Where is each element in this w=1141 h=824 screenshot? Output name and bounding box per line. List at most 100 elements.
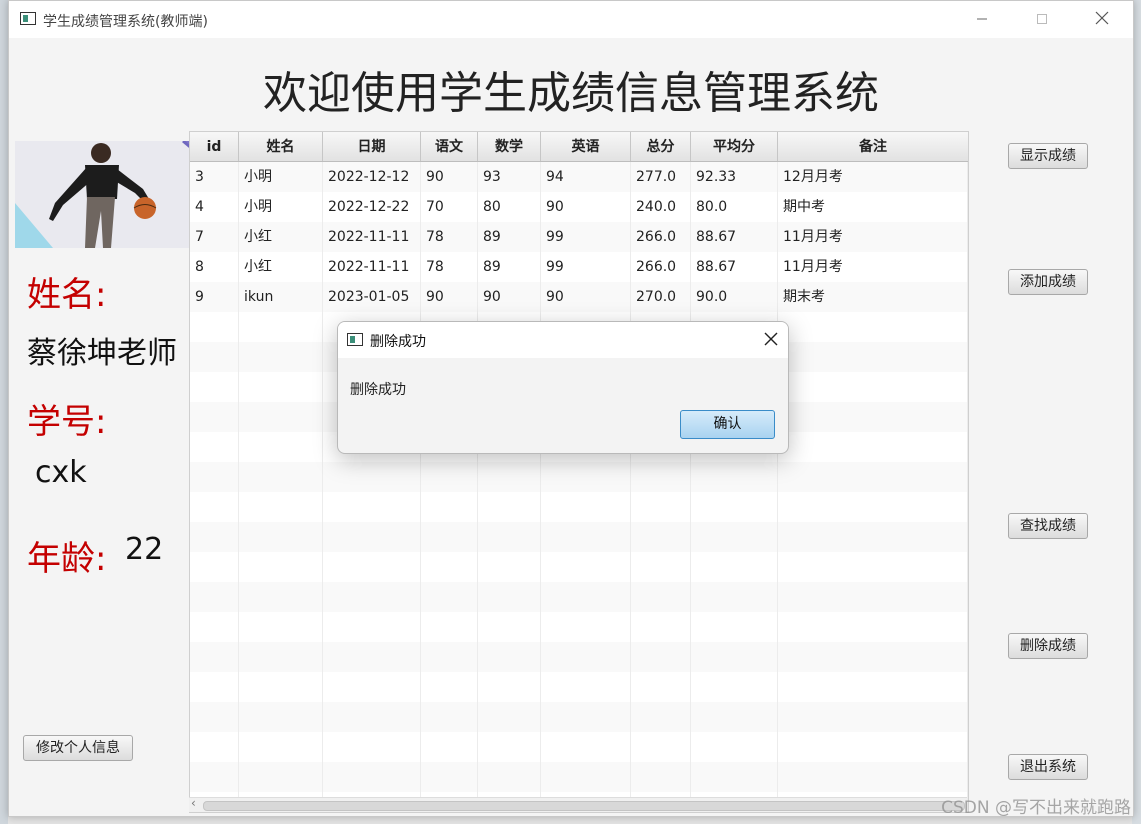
table-cell (239, 312, 323, 342)
exit-system-button[interactable]: 退出系统 (1008, 754, 1088, 780)
column-header-id[interactable]: id (190, 132, 239, 161)
table-cell: 12月月考 (778, 162, 968, 192)
watermark: CSDN @写不出来就跑路 (941, 798, 1131, 818)
table-cell (631, 462, 691, 492)
table-cell (478, 732, 541, 762)
score-table[interactable]: id 姓名 日期 语文 数学 英语 总分 平均分 备注 3 小明 2022-12-1… (189, 131, 969, 813)
table-cell (190, 372, 239, 402)
table-row-empty[interactable] (190, 762, 968, 792)
table-cell (541, 642, 631, 672)
table-cell (478, 462, 541, 492)
table-cell (541, 492, 631, 522)
page-title: 欢迎使用学生成绩信息管理系统 (263, 68, 879, 119)
table-cell (421, 582, 478, 612)
table-cell (778, 402, 968, 432)
table-cell: 88.67 (691, 252, 778, 282)
table-row-empty[interactable] (190, 672, 968, 702)
table-row-empty[interactable] (190, 642, 968, 672)
table-row-empty[interactable] (190, 492, 968, 522)
table-row-empty[interactable] (190, 582, 968, 612)
scroll-left-icon[interactable]: ‹ (191, 796, 196, 810)
table-cell: 2023-01-05 (323, 282, 421, 312)
table-cell (323, 642, 421, 672)
column-header-chinese[interactable]: 语文 (421, 132, 478, 161)
add-score-button[interactable]: 添加成绩 (1008, 269, 1088, 295)
table-row-empty[interactable] (190, 732, 968, 762)
table-cell (323, 582, 421, 612)
table-cell (421, 642, 478, 672)
horizontal-scrollbar[interactable]: ‹ (189, 796, 967, 812)
table-cell: 9 (190, 282, 239, 312)
table-cell (190, 642, 239, 672)
confirm-button[interactable]: 确认 (680, 410, 775, 439)
minimize-icon[interactable] (967, 7, 997, 33)
table-row[interactable]: 4 小明 2022-12-22 70 80 90 240.0 80.0 期中考 (190, 192, 968, 222)
table-cell: 94 (541, 162, 631, 192)
table-cell (691, 672, 778, 702)
table-cell: 78 (421, 252, 478, 282)
table-cell (778, 342, 968, 372)
dialog-close-icon[interactable] (764, 326, 778, 352)
table-cell (190, 612, 239, 642)
table-cell (541, 762, 631, 792)
show-scores-button[interactable]: 显示成绩 (1008, 143, 1088, 169)
maximize-icon[interactable] (1027, 7, 1057, 33)
table-cell: 7 (190, 222, 239, 252)
scrollbar-thumb[interactable] (203, 801, 965, 811)
avatar (15, 141, 195, 248)
table-cell (478, 492, 541, 522)
dialog-title-bar: 删除成功 (338, 322, 788, 358)
table-cell (541, 462, 631, 492)
table-cell: 90 (421, 282, 478, 312)
column-header-remark[interactable]: 备注 (778, 132, 968, 161)
column-header-english[interactable]: 英语 (541, 132, 631, 161)
table-cell (190, 582, 239, 612)
table-cell (541, 552, 631, 582)
table-cell: 80 (478, 192, 541, 222)
column-header-total[interactable]: 总分 (631, 132, 691, 161)
table-cell (421, 492, 478, 522)
table-cell (190, 492, 239, 522)
table-cell (631, 702, 691, 732)
table-cell (691, 582, 778, 612)
table-row-empty[interactable] (190, 612, 968, 642)
table-cell: 99 (541, 252, 631, 282)
table-cell (239, 582, 323, 612)
find-score-button[interactable]: 查找成绩 (1008, 513, 1088, 539)
table-row[interactable]: 9 ikun 2023-01-05 90 90 90 270.0 90.0 期末考 (190, 282, 968, 312)
table-row[interactable]: 7 小红 2022-11-11 78 89 99 266.0 88.67 11月月考 (190, 222, 968, 252)
table-cell (421, 552, 478, 582)
column-header-math[interactable]: 数学 (478, 132, 541, 161)
table-row-empty[interactable] (190, 522, 968, 552)
column-header-date[interactable]: 日期 (323, 132, 421, 161)
table-cell (239, 642, 323, 672)
table-cell: 89 (478, 222, 541, 252)
table-cell: 90 (541, 282, 631, 312)
table-row-empty[interactable] (190, 462, 968, 492)
table-cell (478, 522, 541, 552)
table-row-empty[interactable] (190, 702, 968, 732)
table-cell (778, 372, 968, 402)
table-cell: 88.67 (691, 222, 778, 252)
table-cell (778, 612, 968, 642)
table-cell: 277.0 (631, 162, 691, 192)
close-icon[interactable] (1087, 7, 1117, 33)
table-cell: 266.0 (631, 222, 691, 252)
column-header-average[interactable]: 平均分 (691, 132, 778, 161)
edit-profile-button[interactable]: 修改个人信息 (23, 735, 133, 761)
table-cell: 小明 (239, 192, 323, 222)
table-cell (239, 702, 323, 732)
table-cell (239, 492, 323, 522)
table-row[interactable]: 3 小明 2022-12-12 90 93 94 277.0 92.33 12月月考 (190, 162, 968, 192)
delete-score-button[interactable]: 删除成绩 (1008, 633, 1088, 659)
table-cell (691, 642, 778, 672)
table-row-empty[interactable] (190, 552, 968, 582)
column-header-name[interactable]: 姓名 (239, 132, 323, 161)
table-cell (323, 462, 421, 492)
table-cell: 小红 (239, 252, 323, 282)
table-cell (190, 312, 239, 342)
age-value: 22 (125, 532, 164, 567)
table-cell (541, 582, 631, 612)
table-cell: 8 (190, 252, 239, 282)
table-row[interactable]: 8 小红 2022-11-11 78 89 99 266.0 88.67 11月月考 (190, 252, 968, 282)
